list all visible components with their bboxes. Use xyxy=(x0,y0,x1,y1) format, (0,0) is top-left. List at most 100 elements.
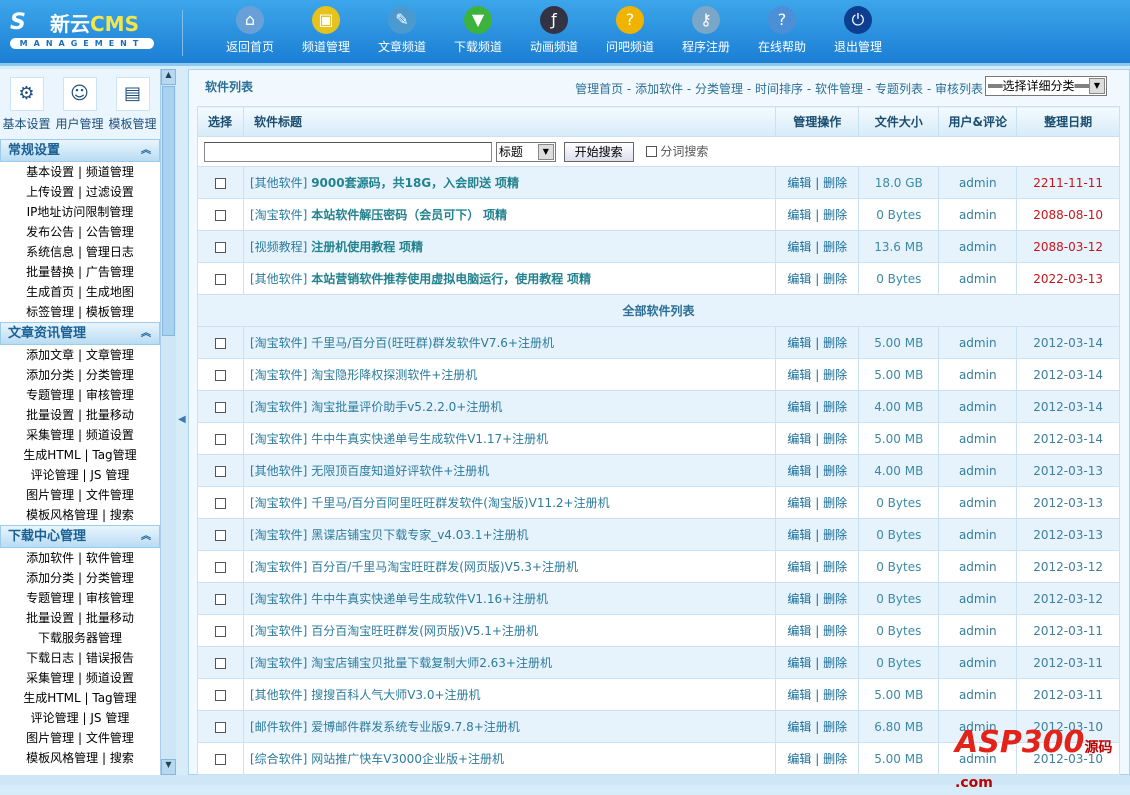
title-link[interactable]: 百分百/千里马淘宝旺旺群发(网页版)V5.3+注册机 xyxy=(311,560,578,574)
sidebar-link[interactable]: 模板风格管理 | 搜索 xyxy=(0,505,160,525)
delete-link[interactable]: 删除 xyxy=(823,496,847,510)
delete-link[interactable]: 删除 xyxy=(823,336,847,350)
title-link[interactable]: 注册机使用教程 xyxy=(311,240,395,254)
category-link[interactable]: [淘宝软件] xyxy=(250,560,307,574)
edit-link[interactable]: 编辑 xyxy=(787,240,811,254)
category-link[interactable]: [淘宝软件] xyxy=(250,400,307,414)
user-link[interactable]: admin xyxy=(938,230,1018,263)
user-link[interactable]: admin xyxy=(938,390,1018,423)
sidebar-collapse-handle[interactable]: ◀ xyxy=(176,69,188,775)
search-field-select[interactable]: 标题 ▼ xyxy=(495,141,556,162)
sidebar-link[interactable]: 图片管理 | 文件管理 xyxy=(0,728,160,748)
delete-link[interactable]: 删除 xyxy=(823,624,847,638)
sidebar-link[interactable]: 基本设置 | 频道管理 xyxy=(0,162,160,182)
delete-link[interactable]: 删除 xyxy=(823,176,847,190)
nav-item[interactable]: ? 问吧频道 xyxy=(592,4,668,55)
row-checkbox[interactable] xyxy=(215,401,226,413)
nav-item[interactable]: ✎ 文章频道 xyxy=(364,4,440,55)
row-checkbox[interactable] xyxy=(215,657,226,669)
user-link[interactable]: admin xyxy=(938,198,1018,231)
title-link[interactable]: 淘宝隐形降权探测软件+注册机 xyxy=(311,368,477,382)
row-checkbox[interactable] xyxy=(215,497,226,509)
edit-link[interactable]: 编辑 xyxy=(787,528,811,542)
user-link[interactable]: admin xyxy=(938,678,1018,711)
user-link[interactable]: admin xyxy=(938,454,1018,487)
user-link[interactable]: admin xyxy=(938,550,1018,583)
edit-link[interactable]: 编辑 xyxy=(787,272,811,286)
category-link[interactable]: [淘宝软件] xyxy=(250,496,307,510)
edit-link[interactable]: 编辑 xyxy=(787,336,811,350)
title-link[interactable]: 百分百淘宝旺旺群发(网页版)V5.1+注册机 xyxy=(311,624,538,638)
sidebar-link[interactable]: 下载日志 | 错误报告 xyxy=(0,648,160,668)
collapse-chevron-icon[interactable]: ︽ xyxy=(141,323,151,344)
category-link[interactable]: [淘宝软件] xyxy=(250,656,307,670)
title-link[interactable]: 本站软件解压密码（会员可下） xyxy=(311,208,479,222)
title-link[interactable]: 搜搜百科人气大师V3.0+注册机 xyxy=(311,688,480,702)
sidebar-section-header[interactable]: 下载中心管理 ︽ xyxy=(0,525,160,548)
sidebar-link[interactable]: 系统信息 | 管理日志 xyxy=(0,242,160,262)
sidebar-scrollbar[interactable]: ▲ ▼ xyxy=(160,69,176,775)
sidebar-link[interactable]: 评论管理 | JS 管理 xyxy=(0,708,160,728)
row-checkbox[interactable] xyxy=(215,593,226,605)
edit-link[interactable]: 编辑 xyxy=(787,464,811,478)
category-link[interactable]: [邮件软件] xyxy=(250,720,307,734)
user-link[interactable]: admin xyxy=(938,518,1018,551)
nav-item[interactable]: ▼ 下载频道 xyxy=(440,4,516,55)
row-checkbox[interactable] xyxy=(215,241,226,253)
search-input[interactable] xyxy=(204,141,492,162)
sidebar-link[interactable]: 批量设置 | 批量移动 xyxy=(0,608,160,628)
row-checkbox[interactable] xyxy=(215,177,226,189)
title-link[interactable]: 无限顶百度知道好评软件+注册机 xyxy=(311,464,489,478)
sidebar-link[interactable]: 添加文章 | 文章管理 xyxy=(0,345,160,365)
sidebar-section-header[interactable]: 常规设置 ︽ xyxy=(0,139,160,162)
title-link[interactable]: 本站营销软件推荐使用虚拟电脑运行，使用教程 xyxy=(311,272,563,286)
breadcrumb-link[interactable]: 管理首页 xyxy=(575,82,623,96)
nav-item[interactable]: ⏻ 退出管理 xyxy=(820,4,896,55)
category-link[interactable]: [淘宝软件] xyxy=(250,592,307,606)
sidebar-link[interactable]: 添加软件 | 软件管理 xyxy=(0,548,160,568)
title-link[interactable]: 千里马/百分百(旺旺群)群发软件V7.6+注册机 xyxy=(311,336,554,350)
category-link[interactable]: [淘宝软件] xyxy=(250,208,307,222)
scroll-down-arrow-icon[interactable]: ▼ xyxy=(161,759,176,775)
collapse-chevron-icon[interactable]: ︽ xyxy=(141,526,151,547)
chevron-down-icon[interactable]: ▼ xyxy=(537,143,554,160)
row-checkbox[interactable] xyxy=(215,273,226,285)
edit-link[interactable]: 编辑 xyxy=(787,752,811,766)
delete-link[interactable]: 删除 xyxy=(823,240,847,254)
sidebar-link[interactable]: 批量设置 | 批量移动 xyxy=(0,405,160,425)
nav-item[interactable]: ⌂ 返回首页 xyxy=(212,4,288,55)
sidebar-link[interactable]: 生成首页 | 生成地图 xyxy=(0,282,160,302)
edit-link[interactable]: 编辑 xyxy=(787,720,811,734)
title-link[interactable]: 9000套源码，共18G，入会即送 xyxy=(311,176,491,190)
sidebar-link[interactable]: 生成HTML | Tag管理 xyxy=(0,445,160,465)
nav-item[interactable]: ⚷ 程序注册 xyxy=(668,4,744,55)
category-link[interactable]: [淘宝软件] xyxy=(250,624,307,638)
sidebar-link[interactable]: 评论管理 | JS 管理 xyxy=(0,465,160,485)
title-link[interactable]: 淘宝批量评价助手v5.2.2.0+注册机 xyxy=(311,400,502,414)
category-link[interactable]: [淘宝软件] xyxy=(250,368,307,382)
delete-link[interactable]: 删除 xyxy=(823,720,847,734)
delete-link[interactable]: 删除 xyxy=(823,560,847,574)
sidebar-link[interactable]: 图片管理 | 文件管理 xyxy=(0,485,160,505)
sidebar-link[interactable]: 批量替换 | 广告管理 xyxy=(0,262,160,282)
sidebar-shortcut[interactable]: ⚙ 基本设置 xyxy=(0,69,53,139)
breadcrumb-link[interactable]: 专题列表 xyxy=(875,82,923,96)
nav-item[interactable]: ƒ 动画频道 xyxy=(516,4,592,55)
edit-link[interactable]: 编辑 xyxy=(787,432,811,446)
delete-link[interactable]: 删除 xyxy=(823,528,847,542)
title-link[interactable]: 网站推广快车V3000企业版+注册机 xyxy=(311,752,504,766)
delete-link[interactable]: 删除 xyxy=(823,400,847,414)
category-link[interactable]: [其他软件] xyxy=(250,688,307,702)
sidebar-link[interactable]: 专题管理 | 审核管理 xyxy=(0,588,160,608)
edit-link[interactable]: 编辑 xyxy=(787,176,811,190)
row-checkbox[interactable] xyxy=(215,561,226,573)
title-link[interactable]: 淘宝店铺宝贝批量下载复制大师2.63+注册机 xyxy=(311,656,552,670)
sidebar-shortcut[interactable]: ☺ 用户管理 xyxy=(53,69,106,139)
edit-link[interactable]: 编辑 xyxy=(787,560,811,574)
category-link[interactable]: [其他软件] xyxy=(250,464,307,478)
sidebar-link[interactable]: 模板风格管理 | 搜索 xyxy=(0,748,160,768)
scrollbar-thumb[interactable] xyxy=(162,86,175,336)
edit-link[interactable]: 编辑 xyxy=(787,656,811,670)
breadcrumb-link[interactable]: 软件管理 xyxy=(815,82,863,96)
breadcrumb-link[interactable]: 分类管理 xyxy=(695,82,743,96)
